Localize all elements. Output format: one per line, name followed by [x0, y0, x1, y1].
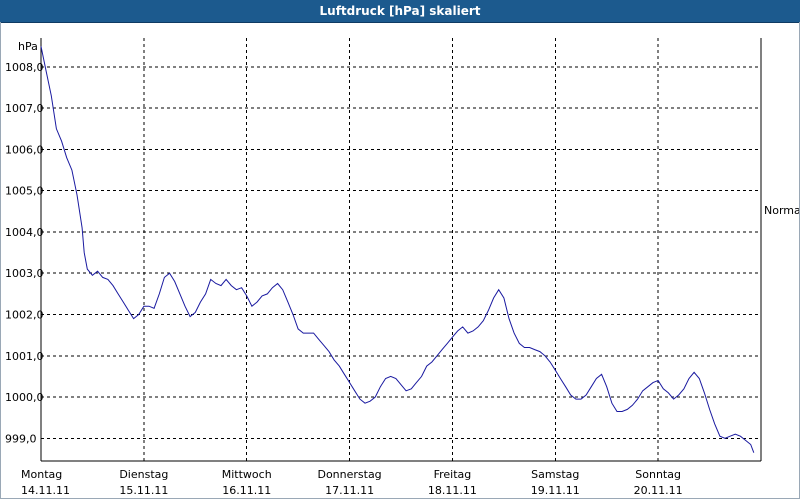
x-tick-day: Freitag: [434, 468, 472, 481]
y-axis-label: hPa: [18, 40, 38, 53]
x-tick-day: Donnerstag: [317, 468, 381, 481]
y-tick-label: 1001,0: [5, 350, 44, 363]
x-tick-day: Montag: [21, 468, 62, 481]
x-tick-date: 14.11.11: [21, 484, 70, 497]
y-tick-label: 1008,0: [5, 61, 44, 74]
chart-title: Luftdruck [hPa] skaliert: [319, 4, 481, 18]
y-tick-label: 1000,0: [5, 391, 44, 404]
y-tick-label: 1007,0: [5, 102, 44, 115]
pressure-chart: 999,0 1000,0 1001,0 1002,0 1003,0 1004,0 1005,…: [5, 38, 799, 497]
x-tick-day: Samstag: [531, 468, 579, 481]
x-tick-day: Mittwoch: [222, 468, 272, 481]
chart-frame: 999,0 1000,0 1001,0 1002,0 1003,0 1004,0 1005,…: [0, 22, 800, 499]
y-tick-labels: 999,0 1000,0 1001,0 1002,0 1003,0 1004,0 1005,…: [5, 61, 44, 445]
x-tick-labels: Montag 14.11.11 Dienstag 15.11.11 Mittwoch 16…: [21, 468, 683, 497]
y-tick-label: 999,0: [5, 432, 37, 445]
x-tick-date: 20.11.11: [634, 484, 683, 497]
x-tick-date: 18.11.11: [428, 484, 477, 497]
y-tick-label: 1002,0: [5, 308, 44, 321]
axes: [40, 38, 762, 462]
y-tick-label: 1006,0: [5, 143, 44, 156]
x-tick-day: Dienstag: [119, 468, 168, 481]
grid-lines: [41, 38, 761, 461]
x-tick-day: Sonntag: [635, 468, 681, 481]
series-group: [40, 46, 755, 453]
x-tick-date: 15.11.11: [119, 484, 168, 497]
y-tick-label: 1005,0: [5, 185, 44, 198]
x-tick-date: 16.11.11: [222, 484, 271, 497]
chart-title-bar: Luftdruck [hPa] skaliert: [0, 0, 800, 23]
y-tick-label: 1004,0: [5, 226, 44, 239]
y-tick-label: 1003,0: [5, 267, 44, 280]
normal-reference-label: Normal: [764, 204, 799, 217]
x-tick-date: 17.11.11: [325, 484, 374, 497]
x-tick-date: 19.11.11: [531, 484, 580, 497]
pressure-line: [40, 46, 755, 453]
